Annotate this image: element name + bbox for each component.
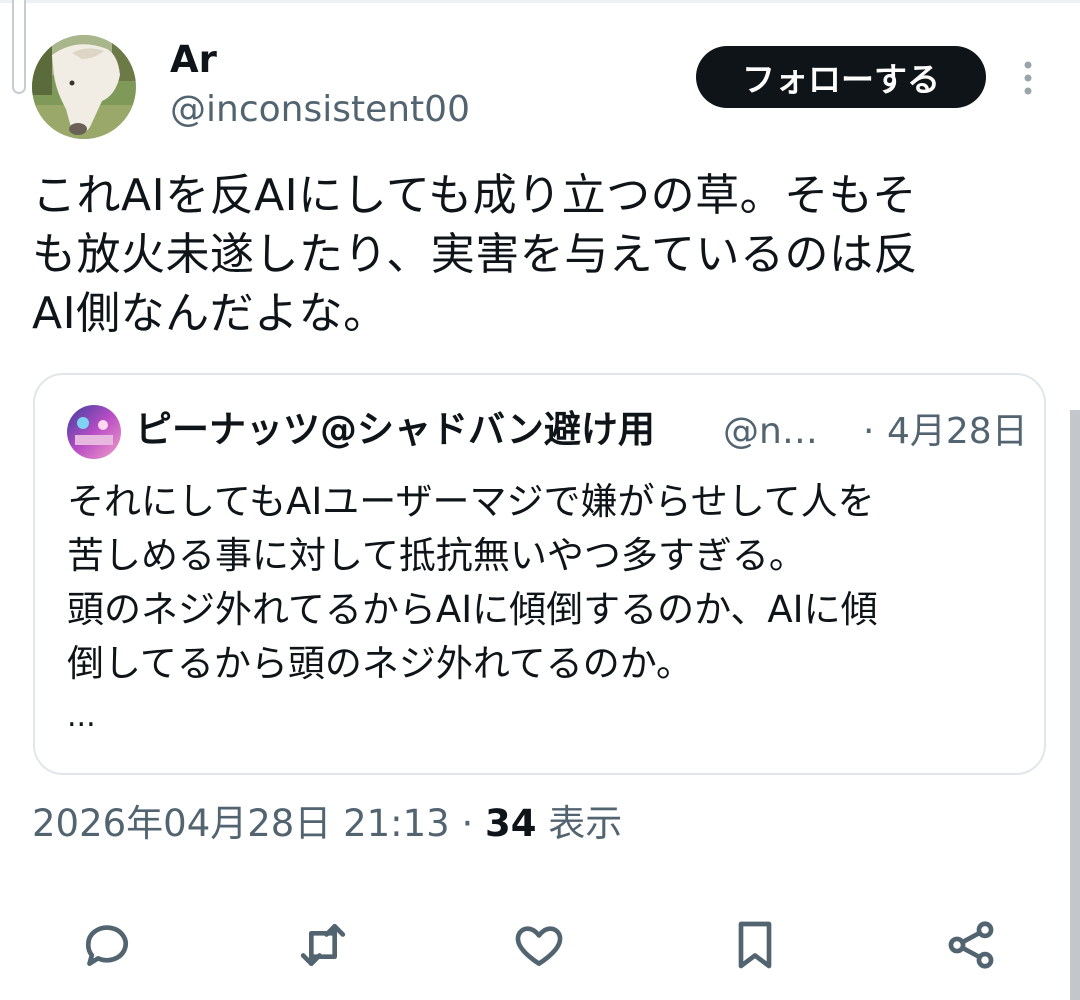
author-handle[interactable]: @inconsistent00 (170, 88, 470, 132)
quoted-ellipsis: ... (67, 699, 96, 734)
more-options-button[interactable] (1008, 58, 1048, 98)
reply-icon (85, 925, 128, 966)
like-icon (515, 926, 563, 966)
tweet-detail-screen: Ar @inconsistent00 フォローする これAIを反AIにしても成り… (0, 0, 1080, 1000)
tweet-timestamp[interactable]: 2026年04月28日 21:13 (32, 802, 450, 845)
views-label: 表示 (548, 802, 623, 845)
meta-separator: · (461, 802, 474, 845)
bookmark-icon (738, 921, 772, 969)
views-count: 34 (485, 802, 537, 845)
retweet-button[interactable] (288, 910, 358, 980)
quoted-tweet-text: それにしてもAIユーザーマジで嫌がらせして人を 苦しめる事に対して抵抗無いやつ多… (67, 480, 878, 685)
bookmark-button[interactable] (720, 910, 790, 980)
share-icon (948, 921, 994, 969)
reply-button[interactable] (72, 910, 142, 980)
action-bar (0, 910, 1080, 980)
quoted-author-handle[interactable]: @n… (723, 409, 818, 455)
follow-button[interactable]: フォローする (696, 46, 986, 108)
quoted-author-avatar[interactable] (67, 405, 121, 459)
quoted-date[interactable]: 4月28日 (887, 409, 1028, 455)
top-divider (0, 0, 1080, 3)
like-button[interactable] (504, 910, 574, 980)
more-vertical-icon (1024, 61, 1032, 95)
author-display-name[interactable]: Ar (170, 38, 217, 82)
quoted-author-display-name[interactable]: ピーナッツ@シャドバン避け用 (135, 407, 655, 453)
retweet-icon (300, 924, 346, 966)
share-button[interactable] (936, 910, 1006, 980)
quoted-separator: · (863, 411, 875, 452)
pull-handle (12, 0, 26, 94)
quoted-tweet-card[interactable]: ピーナッツ@シャドバン避け用 @n… · 4月28日 それにしてもAIユーザーマ… (33, 373, 1046, 775)
author-avatar[interactable] (32, 35, 136, 139)
tweet-meta: 2026年04月28日 21:13 · 34 表示 (32, 798, 622, 850)
tweet-text: これAIを反AIにしても成り立つの草。そもそ も放火未遂したり、実害を与えている… (32, 170, 919, 339)
